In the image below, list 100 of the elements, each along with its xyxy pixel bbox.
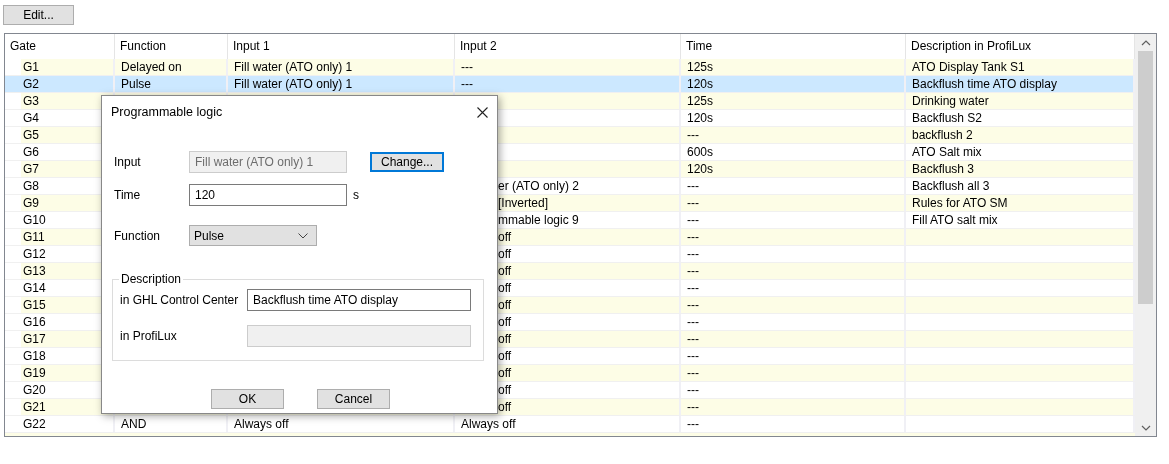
table-cell: G18 [23, 348, 46, 364]
column-header[interactable]: Input 1 [233, 39, 270, 53]
table-cell: G9 [23, 195, 39, 211]
table-cell: Backflush S2 [912, 110, 983, 126]
table-cell: G10 [23, 212, 46, 228]
table-cell: G21 [23, 399, 46, 415]
table-cell: Always off [234, 416, 289, 432]
table-cell: Delayed on [121, 59, 182, 75]
table-cell: G4 [23, 110, 39, 126]
table-cell: mmable logic 9 [498, 212, 579, 228]
table-cell: G7 [23, 161, 39, 177]
column-header[interactable]: Input 2 [460, 39, 497, 53]
table-cell: AND [121, 416, 147, 432]
column-header[interactable]: Time [686, 39, 713, 53]
table-cell: G14 [23, 280, 46, 296]
field-label: Function [114, 228, 162, 243]
table-cell: G2 [23, 76, 39, 92]
table-cell: Pulse [121, 76, 152, 92]
dialog-button[interactable]: OK [211, 389, 284, 409]
table-cell: G15 [23, 297, 46, 313]
table-cell: --- [687, 280, 699, 296]
table-cell: --- [687, 212, 699, 228]
field-label: Input [114, 155, 142, 169]
table-cell: off [498, 280, 512, 296]
change-button[interactable]: Change... [370, 152, 444, 172]
table-cell: ATO Salt mix [912, 144, 982, 160]
table-cell: Drinking water [912, 93, 989, 109]
table-cell: --- [687, 416, 699, 432]
table-cell: G6 [23, 144, 39, 160]
table-cell: 125s [687, 59, 714, 75]
edit-button[interactable]: Edit... [3, 5, 74, 25]
scrollbar-thumb[interactable] [1138, 51, 1153, 304]
dialog-title: Programmable logic [111, 105, 223, 119]
scroll-down-icon[interactable] [1140, 425, 1151, 431]
table-cell: --- [687, 195, 699, 211]
table-cell: G22 [23, 416, 46, 432]
table-cell: off [498, 314, 512, 330]
table-cell: --- [687, 297, 699, 313]
table-cell: G3 [23, 93, 39, 109]
table-cell: --- [687, 263, 699, 279]
table-cell: 125s [687, 93, 714, 109]
table-cell: Fill ATO salt mix [912, 212, 998, 228]
table-cell: --- [687, 382, 699, 398]
chevron-icon [298, 232, 308, 239]
table-cell: backflush 2 [912, 127, 973, 143]
time-field[interactable]: 120 [189, 184, 347, 206]
table-cell: --- [461, 59, 473, 75]
table-cell: --- [687, 229, 699, 245]
table-cell: Fill water (ATO only) 1 [234, 59, 353, 75]
table-cell: --- [687, 246, 699, 262]
table-cell: G13 [23, 263, 46, 279]
table-cell: --- [687, 127, 699, 143]
table-cell: Fill water (ATO only) 1 [234, 76, 353, 92]
table-cell: G16 [23, 314, 46, 330]
column-header[interactable]: Gate [10, 39, 36, 53]
scroll-up-icon[interactable] [1140, 40, 1151, 46]
table-cell: G5 [23, 127, 39, 143]
table-cell: off [498, 331, 512, 347]
table-cell: 120s [687, 110, 714, 126]
table-cell: off [498, 399, 512, 415]
table-cell: Always off [461, 416, 516, 432]
table-cell: --- [687, 314, 699, 330]
group-label: Description [120, 272, 183, 286]
table-cell: off [498, 246, 512, 262]
table-cell: off [498, 297, 512, 313]
column-header[interactable]: Description in ProfiLux [911, 39, 1032, 53]
table-cell: Rules for ATO SM [912, 195, 1008, 211]
function-dropdown[interactable]: Pulse [189, 225, 317, 246]
table-cell: Backflush all 3 [912, 178, 990, 194]
table-cell: [Inverted] [498, 195, 549, 211]
table-cell: --- [687, 365, 699, 381]
scrollbar[interactable] [1135, 34, 1156, 436]
table-cell: G12 [23, 246, 46, 262]
field-label: Time [114, 188, 142, 202]
dialog-button[interactable]: Cancel [317, 389, 390, 409]
table-cell: off [498, 263, 512, 279]
table-cell: 120s [687, 161, 714, 177]
table-cell: --- [687, 331, 699, 347]
unit-label: s [352, 188, 360, 202]
field-label: in ProfiLux [120, 329, 178, 343]
field-label: in GHL Control Center [120, 293, 240, 307]
table-cell: G17 [23, 331, 46, 347]
table-cell: off [498, 365, 512, 381]
table-cell: 600s [687, 144, 714, 160]
table-cell: Backflush 3 [912, 161, 975, 177]
table-cell: G8 [23, 178, 39, 194]
description-field[interactable]: Backflush time ATO display [247, 289, 471, 311]
table-cell: ATO Display Tank S1 [912, 59, 1025, 75]
table-cell: --- [687, 399, 699, 415]
table-cell: --- [687, 348, 699, 364]
table-cell: er (ATO only) 2 [498, 178, 579, 194]
table-cell: off [498, 229, 512, 245]
table-cell: G11 [23, 229, 45, 245]
table-cell: --- [687, 178, 699, 194]
table-cell: 120s [687, 76, 714, 92]
table-cell: Backflush time ATO display [912, 76, 1057, 92]
table-cell: G20 [23, 382, 46, 398]
column-header[interactable]: Function [120, 39, 167, 53]
close-icon[interactable] [477, 106, 488, 118]
table-cell: off [498, 382, 512, 398]
